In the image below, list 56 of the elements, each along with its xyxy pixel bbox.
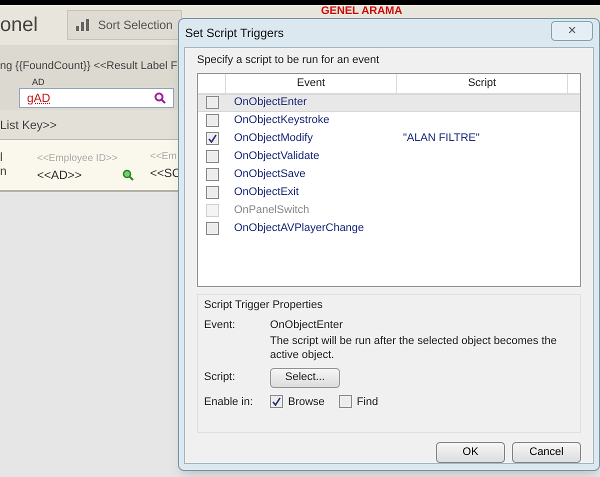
- checkbox[interactable]: [206, 222, 218, 235]
- layout-title: GENEL ARAMA: [321, 5, 402, 17]
- close-button[interactable]: ✕: [551, 21, 593, 41]
- checkbox[interactable]: [206, 114, 218, 127]
- field-label: AD: [32, 76, 45, 89]
- column-header[interactable]: Event: [226, 74, 397, 92]
- event-row[interactable]: OnObjectKeystroke: [198, 112, 580, 130]
- event-row[interactable]: OnObjectModify "ALAN FILTRE": [198, 130, 580, 148]
- checkbox[interactable]: [270, 395, 283, 408]
- checkbox[interactable]: [206, 186, 218, 199]
- field-label: Enable in:: [204, 394, 254, 410]
- cancel-button[interactable]: Cancel: [512, 442, 581, 463]
- row-label: l: [0, 149, 3, 166]
- field-label: Script:: [204, 370, 236, 386]
- event-row[interactable]: OnObjectValidate: [198, 148, 580, 166]
- event-name: OnObjectExit: [233, 185, 300, 200]
- search-field[interactable]: gAD: [19, 88, 174, 108]
- search-icon[interactable]: [154, 92, 166, 104]
- checkbox[interactable]: [206, 150, 218, 163]
- event-name: OnObjectValidate: [233, 149, 320, 164]
- panel-title: Script Trigger Properties: [204, 298, 324, 313]
- field-label: <<Em: [150, 151, 177, 163]
- employee-id-label: <<Employee ID>>: [37, 152, 118, 166]
- event-name: OnPanelSwitch: [233, 203, 310, 218]
- checkbox[interactable]: [206, 168, 218, 181]
- event-name: OnObjectSave: [233, 167, 307, 182]
- row-label: n: [0, 163, 7, 180]
- checkbox[interactable]: [338, 395, 352, 408]
- event-description: The script will be run after the selected object becomes the active object.: [270, 334, 558, 362]
- event-name: OnObjectModify: [233, 131, 314, 146]
- checkbox[interactable]: [206, 96, 218, 109]
- ad-field: <<AD>>: [37, 166, 82, 184]
- group-title: Specify a script to be run for an event: [197, 53, 380, 68]
- search-icon[interactable]: [122, 169, 134, 181]
- checkbox-label: Find: [356, 394, 378, 410]
- event-row[interactable]: OnObjectAVPlayerChange: [198, 220, 580, 238]
- dialog-title: Set Script Triggers: [185, 25, 284, 42]
- event-row[interactable]: OnObjectExit: [198, 184, 580, 202]
- checkbox[interactable]: [206, 132, 218, 145]
- event-name: OnObjectEnter: [233, 95, 308, 110]
- ok-button[interactable]: OK: [436, 442, 505, 463]
- event-row[interactable]: OnObjectEnter: [198, 94, 580, 112]
- checkbox-label: Browse: [288, 394, 325, 410]
- sort-selection-button[interactable]: Sort Selection: [67, 10, 182, 40]
- script-name: "ALAN FILTRE": [402, 131, 481, 146]
- event-value: OnObjectEnter: [270, 318, 344, 334]
- app-title: onel: [0, 13, 39, 38]
- list-key-label: List Key>>: [0, 116, 57, 134]
- bar-chart-icon: [76, 19, 90, 31]
- column-header[interactable]: Script: [397, 74, 568, 92]
- field-label: Event:: [204, 318, 236, 334]
- found-count-text: ng {{FoundCount}} <<Result Label F: [0, 59, 178, 74]
- select-button[interactable]: Select...: [270, 368, 340, 388]
- event-name: OnObjectKeystroke: [233, 113, 330, 128]
- event-row[interactable]: OnObjectSave: [198, 166, 580, 184]
- event-name: OnObjectAVPlayerChange: [233, 221, 366, 236]
